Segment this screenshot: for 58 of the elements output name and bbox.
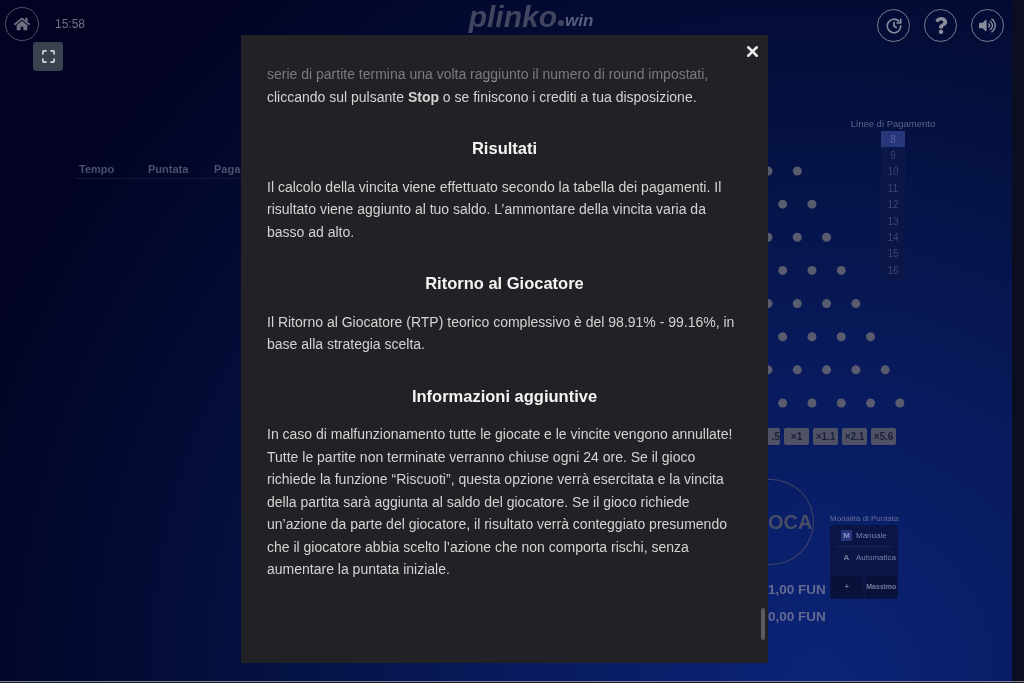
column-header: Tempo bbox=[79, 163, 115, 175]
peg-icon bbox=[836, 398, 846, 408]
house-icon bbox=[14, 16, 30, 32]
peg-icon bbox=[792, 365, 802, 375]
rules-paragraph: Il calcolo della vincita viene effettuato secondo la tabella dei pagamenti. Il risultato viene aggiunto al tuo saldo. L’ammontare della vincita varia da basso ad alto. bbox=[267, 177, 723, 242]
fullscreen-icon bbox=[40, 49, 56, 64]
clock-time: 15:58 bbox=[55, 17, 86, 31]
peg-icon bbox=[836, 265, 846, 275]
peg-icon bbox=[792, 299, 802, 309]
peg-icon bbox=[778, 332, 788, 342]
mode-key: A bbox=[841, 552, 852, 563]
scrollbar-thumb[interactable] bbox=[761, 608, 765, 640]
paylines-label: Linee di Pagamento bbox=[850, 118, 936, 130]
bet-mode-option[interactable]: A Automatica bbox=[830, 547, 898, 568]
column-header: Paga bbox=[214, 163, 241, 175]
section-heading: Informazioni aggiuntive bbox=[410, 385, 599, 407]
peg-icon bbox=[768, 299, 773, 309]
peg-icon bbox=[807, 332, 817, 342]
peg-icon bbox=[836, 332, 846, 342]
section-heading: Ritorno al Giocatore bbox=[424, 273, 585, 294]
peg-icon bbox=[866, 332, 876, 342]
section-heading: Risultati bbox=[470, 138, 539, 159]
peg-icon bbox=[851, 299, 861, 309]
bet-mode-label: Modalità di Puntata bbox=[830, 514, 900, 523]
peg-icon bbox=[768, 232, 773, 242]
peg-icon bbox=[778, 199, 788, 209]
peg-icon bbox=[822, 232, 832, 242]
peg-icon bbox=[822, 365, 832, 375]
peg-icon bbox=[778, 398, 788, 408]
peg-icon bbox=[768, 166, 773, 176]
peg-icon bbox=[851, 365, 861, 375]
logo-text: plinko bbox=[468, 2, 557, 32]
clock-arrow-icon bbox=[884, 16, 903, 35]
speaker-icon bbox=[979, 17, 996, 34]
mode-key: M bbox=[841, 530, 852, 541]
peg-icon bbox=[822, 299, 832, 309]
question-mark-icon bbox=[933, 17, 948, 34]
peg-icon bbox=[778, 265, 788, 275]
peg-icon bbox=[768, 365, 773, 375]
bet-amount: 1,00 FUN bbox=[768, 582, 826, 598]
rules-paragraph: serie di partite termina una volta raggiunto il numero di round impostati, cliccando sul pulsante Stop o se finiscono i crediti a tua disposizione. bbox=[267, 65, 710, 107]
peg-icon bbox=[807, 199, 817, 209]
logo-dot-icon bbox=[558, 20, 564, 26]
peg-icon bbox=[792, 232, 802, 242]
play-button[interactable]: OCA bbox=[768, 479, 814, 565]
peg-icon bbox=[895, 398, 905, 408]
rules-paragraph: In caso di malfunzionamento tutte le giocate e le vincite vengono annullate! Tutte le partite non terminate verranno chiuse ogni 24 ore. Se il gioco richiede la funzione “Riscuoti”, questa opzione verrà esercitata e la vincita della partita sarà aggiunta al saldo del giocatore. Se il gioco richiede un’azione da parte del giocatore, il risultato verrà conteggiato presumendo che il giocatore abbia scelto l’azione che non comporta rischi, senza aumentare la puntata iniziale. bbox=[267, 425, 734, 579]
peg-icon bbox=[807, 398, 817, 408]
logo-suffix: win bbox=[565, 12, 594, 29]
peg-icon bbox=[866, 398, 876, 408]
peg-icon bbox=[880, 365, 890, 375]
peg-icon bbox=[792, 166, 802, 176]
column-header: Puntata bbox=[148, 163, 189, 175]
rules-paragraph: Il Ritorno al Giocatore (RTP) teorico complessivo è del 98.91% - 99.16%, in base alla strategia scelta. bbox=[267, 312, 736, 354]
balance-amount: 0,00 FUN bbox=[768, 609, 826, 625]
bet-mode-option[interactable]: M Manuale bbox=[830, 525, 898, 546]
fullscreen-button[interactable] bbox=[33, 42, 63, 71]
peg-icon bbox=[807, 265, 817, 275]
